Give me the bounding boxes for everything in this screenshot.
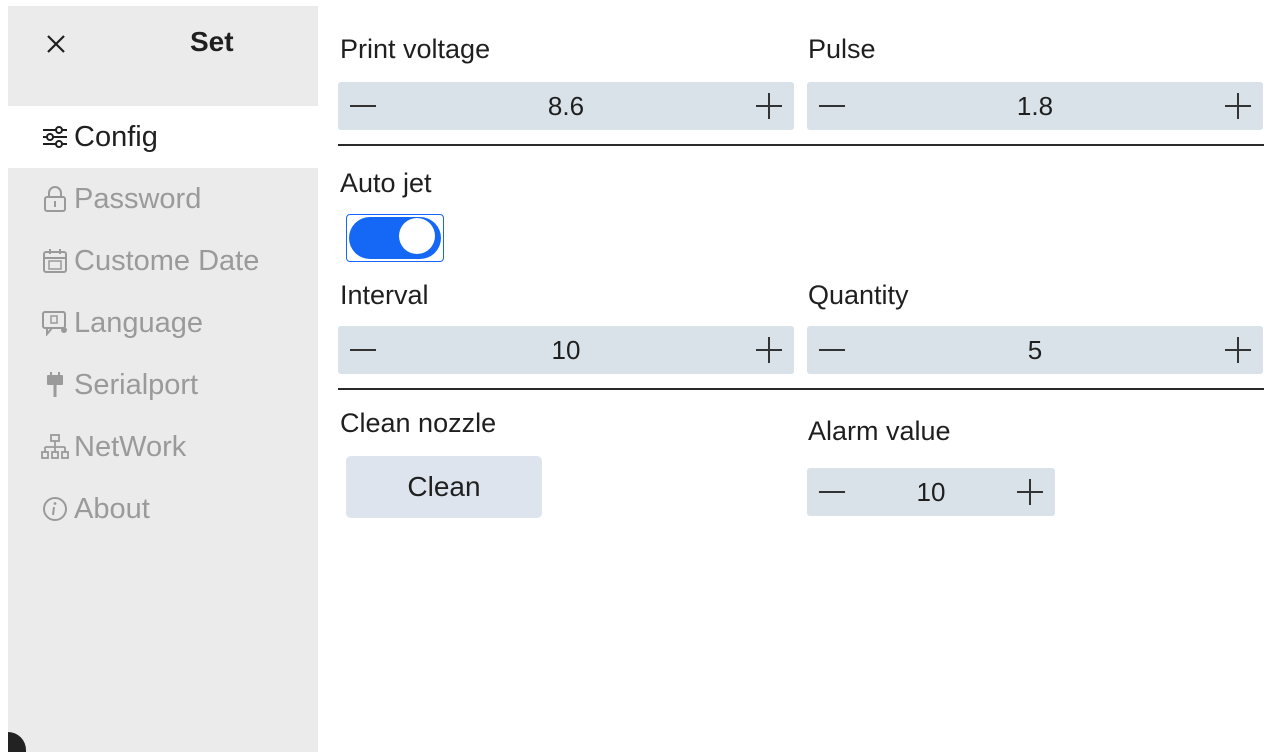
sidebar-header: Set [8,6,318,106]
quantity-label: Quantity [808,280,909,310]
sidebar-item-config[interactable]: Config [8,106,318,168]
sidebar-item-label: Config [74,120,158,153]
interval-decrement-button[interactable] [338,326,388,374]
toggle-knob [399,218,435,254]
interval-increment-button[interactable] [744,326,794,374]
sidebar-title: Set [190,26,234,57]
print-voltage-value[interactable]: 8.6 [388,82,744,130]
sidebar-item-about[interactable]: About [8,478,318,540]
plus-icon [1017,479,1043,505]
window-corner [8,732,26,752]
plus-icon [1225,93,1251,119]
print-voltage-decrement-button[interactable] [338,82,388,130]
alarm-value-value[interactable]: 10 [857,468,1005,516]
sidebar-item-custome-date[interactable]: Custome Date [8,230,318,292]
print-voltage-stepper: 8.6 [338,82,794,130]
sidebar-item-network[interactable]: NetWork [8,416,318,478]
minus-icon [350,105,376,107]
plus-icon [1225,337,1251,363]
sidebar-item-label: Password [74,182,202,215]
close-icon [47,35,65,53]
lock-icon [40,184,70,214]
calendar-icon [40,246,70,276]
sidebar-nav: Config Password Custome Date Language Se… [8,106,318,540]
plug-icon [40,370,70,400]
sidebar-item-serialport[interactable]: Serialport [8,354,318,416]
alarm-value-increment-button[interactable] [1005,468,1055,516]
section-divider [338,144,1264,146]
language-icon [40,308,70,338]
minus-icon [350,349,376,351]
sidebar: Set Config Password Custome Date Languag… [8,6,318,752]
sidebar-item-language[interactable]: Language [8,292,318,354]
network-icon [40,432,70,462]
pulse-decrement-button[interactable] [807,82,857,130]
sidebar-item-label: NetWork [74,430,187,463]
sidebar-item-label: About [74,492,150,525]
minus-icon [819,349,845,351]
auto-jet-label: Auto jet [340,168,432,198]
clean-nozzle-label: Clean nozzle [340,408,497,438]
alarm-value-label: Alarm value [808,416,951,446]
interval-stepper: 10 [338,326,794,374]
quantity-stepper: 5 [807,326,1263,374]
minus-icon [819,105,845,107]
sidebar-item-label: Serialport [74,368,199,401]
print-voltage-label: Print voltage [340,34,491,64]
plus-icon [756,337,782,363]
section-divider [338,388,1264,390]
interval-label: Interval [340,280,429,310]
print-voltage-increment-button[interactable] [744,82,794,130]
sidebar-item-password[interactable]: Password [8,168,318,230]
pulse-increment-button[interactable] [1213,82,1263,130]
sidebar-item-label: Custome Date [74,244,260,277]
interval-value[interactable]: 10 [388,326,744,374]
plus-icon [756,93,782,119]
auto-jet-toggle[interactable] [346,214,444,262]
config-panel: Print voltage 8.6 Pulse 1.8 Auto jet Int… [318,6,1279,752]
sidebar-item-label: Language [74,306,204,339]
alarm-value-stepper: 10 [807,468,1055,516]
pulse-stepper: 1.8 [807,82,1263,130]
quantity-value[interactable]: 5 [857,326,1213,374]
quantity-increment-button[interactable] [1213,326,1263,374]
close-button[interactable] [36,24,76,64]
info-icon [40,494,70,524]
minus-icon [819,491,845,493]
settings-window: Set Config Password Custome Date Languag… [8,6,1279,752]
pulse-value[interactable]: 1.8 [857,82,1213,130]
pulse-label: Pulse [808,34,876,64]
quantity-decrement-button[interactable] [807,326,857,374]
alarm-value-decrement-button[interactable] [807,468,857,516]
sliders-icon [40,122,70,152]
clean-button[interactable]: Clean [346,456,542,518]
